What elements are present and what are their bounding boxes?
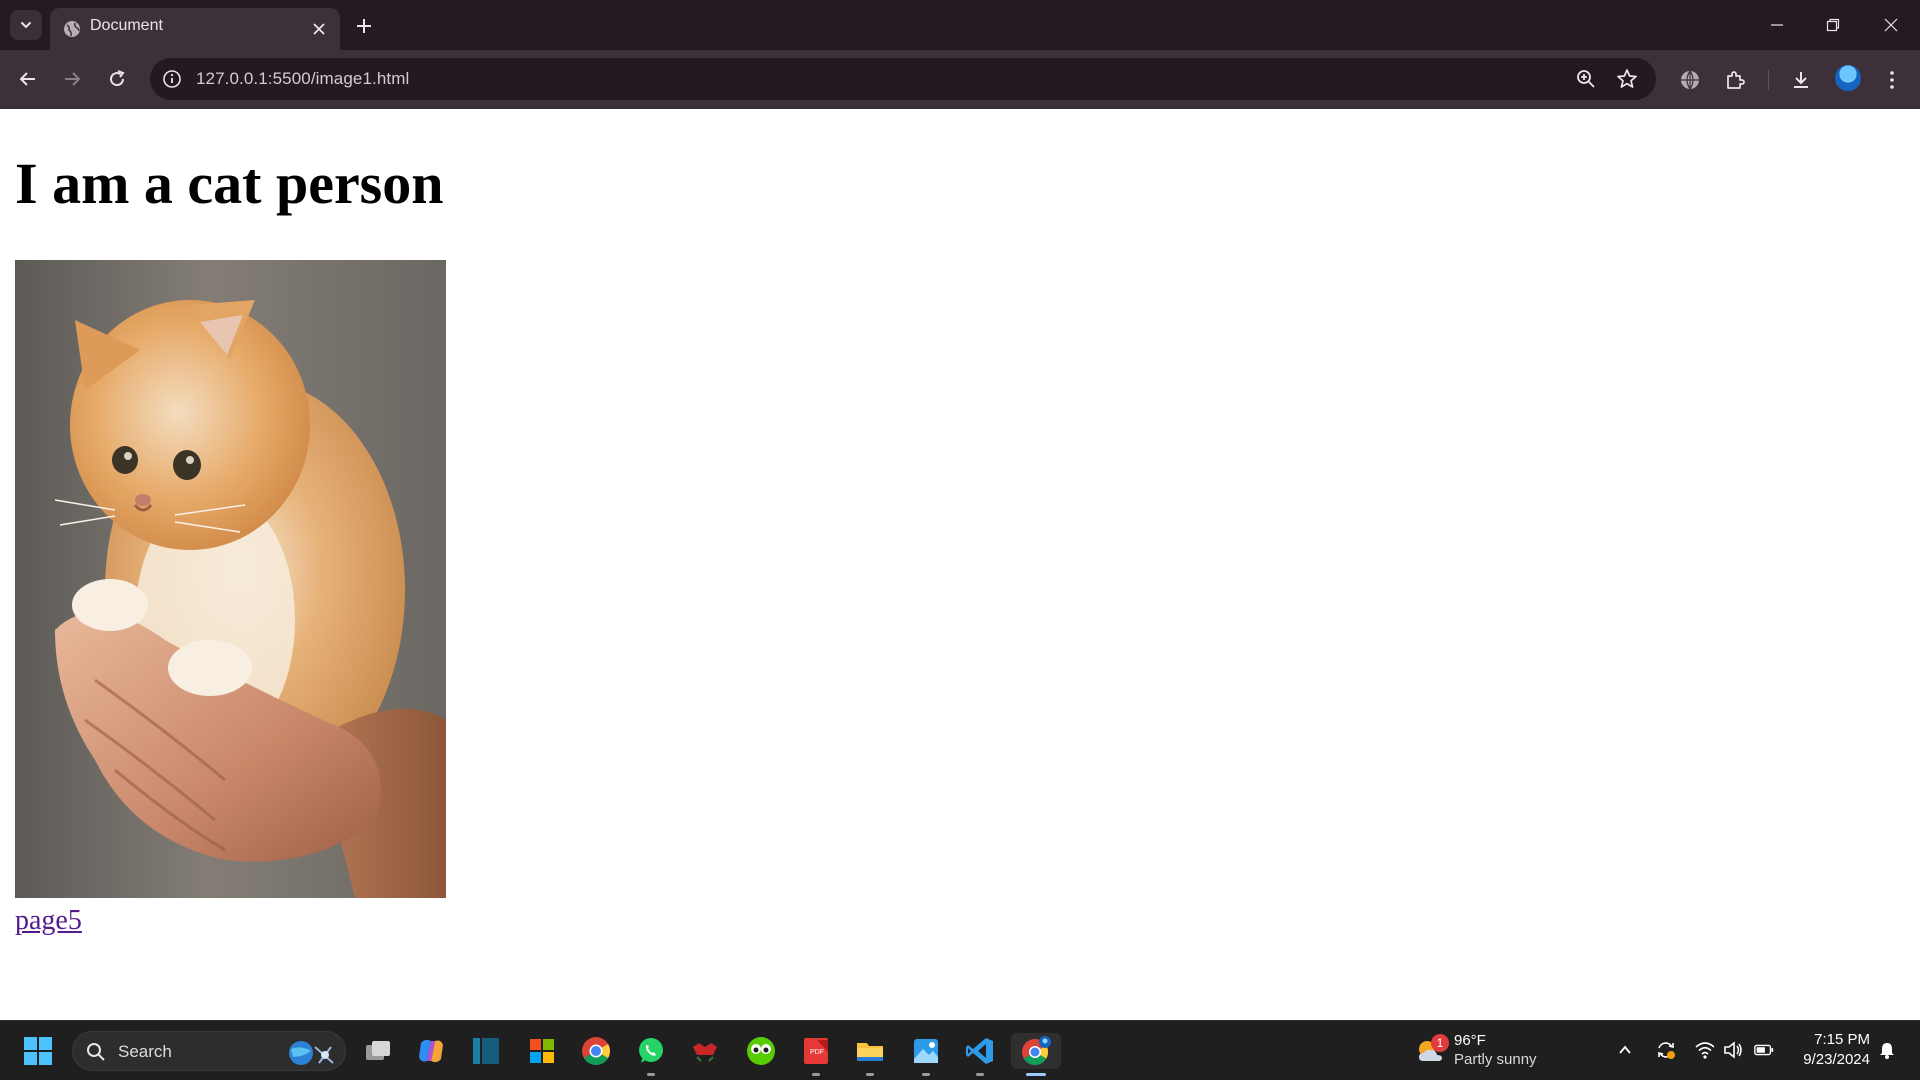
bookmark-star-icon[interactable] bbox=[1616, 68, 1638, 90]
taskbar-search[interactable]: Search bbox=[72, 1031, 346, 1071]
show-hidden-icons-button[interactable] bbox=[1614, 1039, 1636, 1061]
back-button[interactable] bbox=[13, 64, 43, 94]
page-heading: I am a cat person bbox=[15, 151, 444, 216]
taskbar: Search PDF 1 96°F Partly sunny 7:15 PM 9… bbox=[0, 1020, 1920, 1080]
browser-tab[interactable]: Document bbox=[50, 8, 340, 50]
pdf-icon: PDF bbox=[804, 1038, 828, 1064]
whatsapp-icon bbox=[639, 1038, 663, 1063]
browser-tab-strip: Document bbox=[0, 0, 1920, 50]
chrome-active-app[interactable] bbox=[1011, 1033, 1061, 1076]
clock-date: 9/23/2024 bbox=[1803, 1051, 1870, 1068]
volume-tray-button[interactable] bbox=[1722, 1039, 1744, 1061]
active-indicator bbox=[1026, 1073, 1046, 1076]
wifi-tray-button[interactable] bbox=[1694, 1039, 1716, 1061]
wifi-icon bbox=[1695, 1042, 1715, 1059]
notification-badge: 1 bbox=[1431, 1034, 1449, 1052]
microsoft-store-app[interactable] bbox=[524, 1033, 560, 1069]
reload-icon bbox=[110, 70, 125, 87]
running-indicator bbox=[976, 1073, 984, 1076]
task-view-icon bbox=[366, 1041, 390, 1060]
sidebar-app[interactable] bbox=[468, 1033, 504, 1069]
file-explorer-app[interactable] bbox=[852, 1033, 888, 1076]
store-icon bbox=[530, 1039, 554, 1063]
web-page: I am a cat person page5 bbox=[0, 109, 1920, 1020]
running-indicator bbox=[866, 1073, 874, 1076]
close-icon bbox=[1884, 18, 1898, 32]
folder-icon bbox=[857, 1043, 883, 1061]
kitten-illustration bbox=[54, 300, 446, 898]
sync-icon bbox=[1658, 1042, 1675, 1059]
search-highlight-icon bbox=[289, 1041, 334, 1065]
running-indicator bbox=[812, 1073, 820, 1076]
minimize-icon bbox=[1771, 24, 1783, 26]
extensions-icon[interactable] bbox=[1723, 68, 1747, 92]
notifications-button[interactable] bbox=[1876, 1039, 1898, 1061]
arrow-right-icon bbox=[65, 72, 81, 86]
bell-icon bbox=[1880, 1043, 1894, 1059]
running-indicator bbox=[922, 1073, 930, 1076]
speaker-icon bbox=[1724, 1041, 1742, 1059]
vscode-app[interactable] bbox=[962, 1033, 998, 1076]
copilot-app[interactable] bbox=[413, 1033, 449, 1069]
battery-tray-button[interactable] bbox=[1753, 1039, 1775, 1061]
search-icon bbox=[87, 1043, 105, 1061]
search-label: Search bbox=[118, 1042, 172, 1061]
translate-globe-icon[interactable] bbox=[1678, 68, 1702, 92]
address-bar[interactable]: 127.0.0.1:5500/image1.html bbox=[150, 58, 1656, 100]
new-tab-icon[interactable] bbox=[352, 14, 376, 38]
clock-time: 7:15 PM bbox=[1814, 1031, 1870, 1048]
svg-text:PDF: PDF bbox=[810, 1049, 824, 1056]
chrome-app[interactable] bbox=[578, 1033, 614, 1069]
page5-link[interactable]: page5 bbox=[15, 905, 82, 937]
chrome-icon bbox=[582, 1037, 610, 1065]
menu-kebab-icon[interactable] bbox=[1880, 68, 1904, 92]
task-view-app[interactable] bbox=[360, 1033, 396, 1069]
sidebar-app-icon bbox=[473, 1038, 499, 1064]
photos-icon bbox=[914, 1039, 938, 1063]
download-icon[interactable] bbox=[1789, 68, 1813, 92]
tab-search-button[interactable] bbox=[10, 10, 42, 40]
duolingo-icon bbox=[747, 1037, 775, 1065]
restore-button[interactable] bbox=[1820, 12, 1846, 38]
sync-tray-button[interactable] bbox=[1655, 1039, 1677, 1061]
chrome-profile-icon bbox=[1022, 1036, 1051, 1066]
zoom-icon[interactable] bbox=[1575, 68, 1597, 90]
restore-icon bbox=[1826, 18, 1840, 32]
vscode-icon bbox=[966, 1038, 993, 1064]
weather-temperature: 96°F bbox=[1454, 1032, 1486, 1049]
chevron-down-icon bbox=[21, 22, 31, 29]
battery-icon bbox=[1754, 1044, 1774, 1056]
windows-start-icon[interactable] bbox=[22, 1035, 54, 1067]
reload-button[interactable] bbox=[102, 64, 132, 94]
info-icon[interactable] bbox=[162, 69, 182, 89]
weather-condition: Partly sunny bbox=[1454, 1051, 1537, 1068]
profile-avatar[interactable] bbox=[1835, 65, 1861, 91]
duolingo-app[interactable] bbox=[743, 1033, 779, 1069]
forward-button[interactable] bbox=[57, 64, 87, 94]
system-clock[interactable]: 7:15 PM 9/23/2024 bbox=[1790, 1030, 1870, 1070]
arrow-left-icon bbox=[19, 72, 35, 86]
game-icon bbox=[693, 1043, 717, 1062]
whatsapp-app[interactable] bbox=[633, 1033, 669, 1076]
tab-title: Document bbox=[90, 17, 163, 34]
game-app[interactable] bbox=[687, 1033, 723, 1069]
close-icon[interactable] bbox=[310, 20, 328, 38]
pdf-app[interactable]: PDF bbox=[798, 1033, 834, 1076]
window-close-button[interactable] bbox=[1878, 12, 1904, 38]
running-indicator bbox=[647, 1073, 655, 1076]
weather-widget[interactable]: 1 96°F Partly sunny bbox=[1412, 1029, 1542, 1073]
kitten-photo bbox=[15, 260, 446, 898]
url-text[interactable]: 127.0.0.1:5500/image1.html bbox=[196, 69, 409, 89]
chevron-up-icon bbox=[1619, 1045, 1631, 1054]
photos-app[interactable] bbox=[908, 1033, 944, 1076]
browser-toolbar: 127.0.0.1:5500/image1.html bbox=[0, 50, 1920, 109]
copilot-icon bbox=[419, 1039, 443, 1063]
minimize-button[interactable] bbox=[1764, 12, 1790, 38]
toolbar-divider bbox=[1768, 70, 1769, 90]
globe-icon bbox=[64, 21, 80, 37]
